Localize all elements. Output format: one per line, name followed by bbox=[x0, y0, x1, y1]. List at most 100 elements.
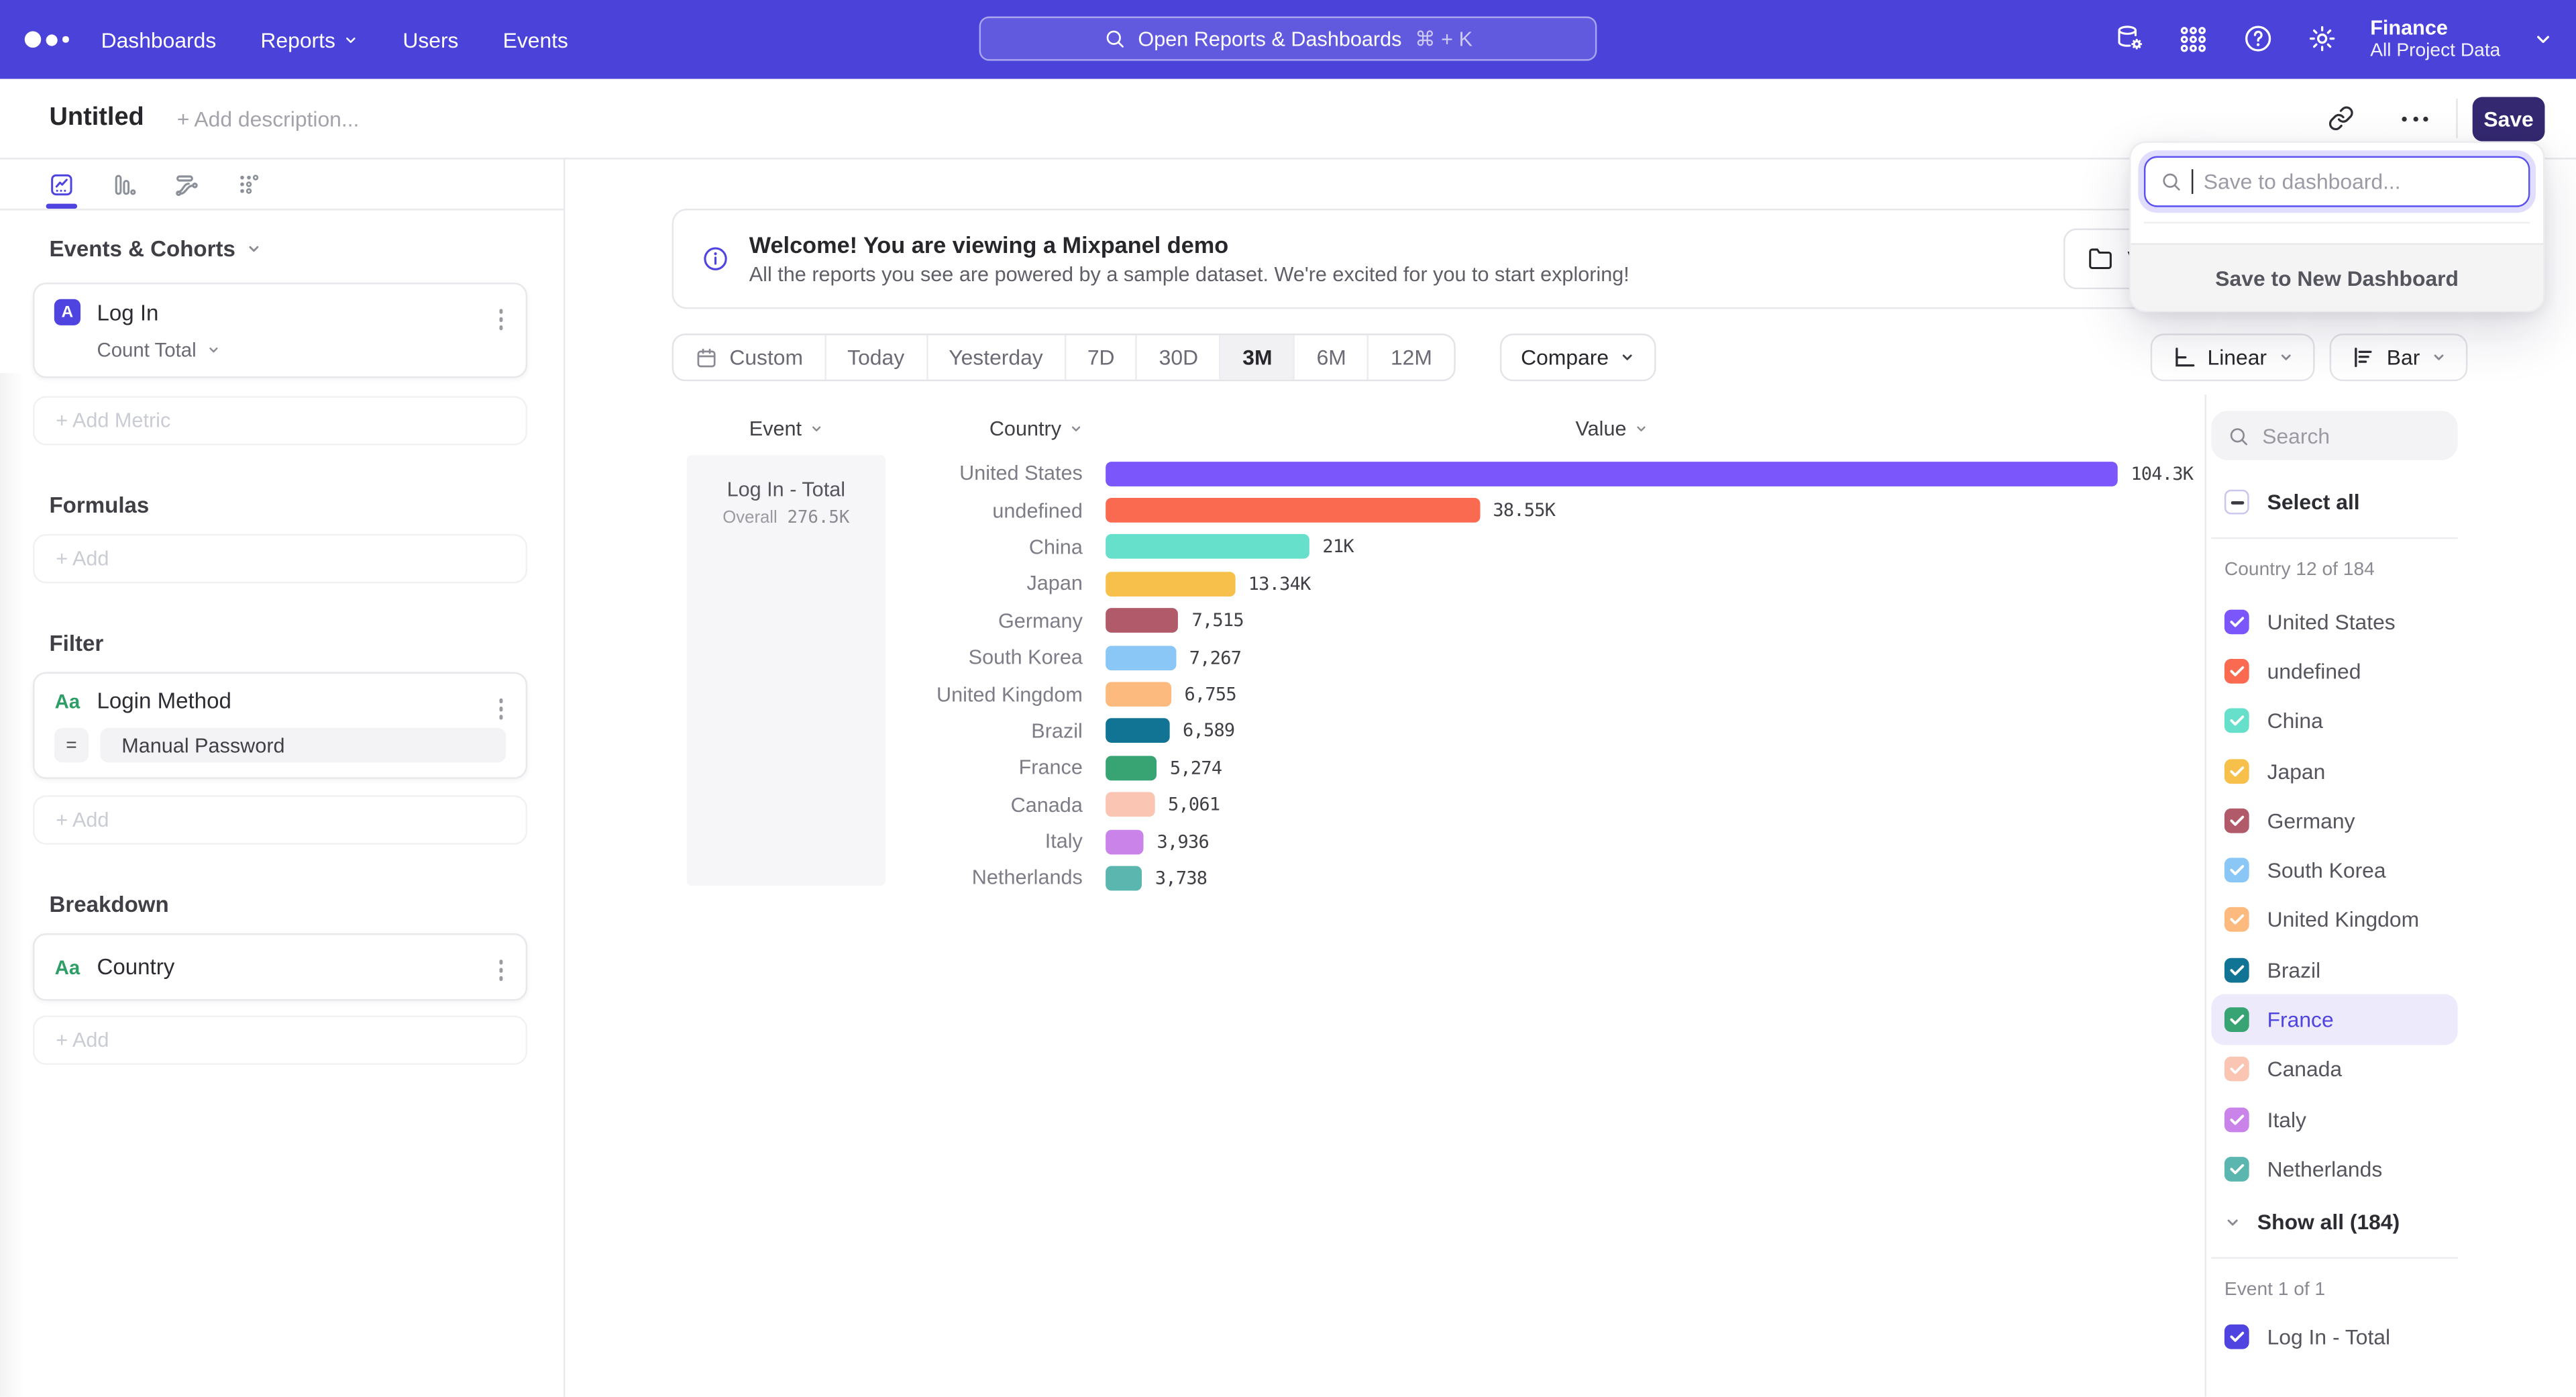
range-custom[interactable]: Custom bbox=[674, 335, 826, 380]
nav-item-dashboards[interactable]: Dashboards bbox=[101, 27, 217, 52]
tab-funnels[interactable] bbox=[112, 172, 137, 197]
range-30d[interactable]: 30D bbox=[1138, 335, 1222, 380]
country-checkbox[interactable] bbox=[2224, 709, 2249, 733]
country-filter-row-united-states[interactable]: United States bbox=[2211, 597, 2457, 646]
bar-segment[interactable] bbox=[1106, 756, 1157, 780]
bar-segment[interactable] bbox=[1106, 682, 1171, 707]
more-options-icon[interactable] bbox=[2402, 116, 2428, 121]
country-filter-label: undefined bbox=[2267, 659, 2361, 684]
breakdown-kebab-icon[interactable] bbox=[495, 956, 506, 983]
value-scale-button[interactable]: Linear bbox=[2150, 333, 2314, 381]
country-checkbox[interactable] bbox=[2224, 659, 2249, 684]
add-metric-button[interactable]: + Add Metric bbox=[33, 396, 527, 445]
event-filter-row-log-in-total[interactable]: Log In - Total bbox=[2211, 1312, 2457, 1362]
add-description-placeholder[interactable]: + Add description... bbox=[177, 106, 360, 131]
country-checkbox[interactable] bbox=[2224, 908, 2249, 933]
mixpanel-logo-icon[interactable] bbox=[25, 32, 68, 48]
add-filter-button[interactable]: + Add bbox=[33, 795, 527, 844]
country-filter-row-netherlands[interactable]: Netherlands bbox=[2211, 1144, 2457, 1194]
report-title[interactable]: Untitled bbox=[49, 103, 144, 133]
bar-segment[interactable] bbox=[1106, 535, 1309, 560]
country-filter-row-china[interactable]: China bbox=[2211, 696, 2457, 745]
filter-operator[interactable]: = bbox=[54, 728, 89, 762]
compare-button[interactable]: Compare bbox=[1499, 333, 1656, 381]
country-checkbox[interactable] bbox=[2224, 1007, 2249, 1032]
country-filter-row-south-korea[interactable]: South Korea bbox=[2211, 845, 2457, 895]
filter-card[interactable]: Aa Login Method = Manual Password bbox=[33, 672, 527, 779]
country-checkbox[interactable] bbox=[2224, 1057, 2249, 1082]
range-3m[interactable]: 3M bbox=[1221, 335, 1295, 380]
save-to-new-dashboard-button[interactable]: Save to New Dashboard bbox=[2131, 243, 2543, 310]
bar-segment[interactable] bbox=[1106, 609, 1179, 633]
chart-type-button[interactable]: Bar bbox=[2329, 333, 2467, 381]
range-yesterday[interactable]: Yesterday bbox=[927, 335, 1066, 380]
tab-retention[interactable] bbox=[237, 172, 262, 197]
filter-kebab-icon[interactable] bbox=[495, 695, 506, 722]
bar-segment[interactable] bbox=[1106, 461, 2118, 486]
save-input-placeholder: Save to dashboard... bbox=[2204, 169, 2401, 194]
range-today[interactable]: Today bbox=[826, 335, 927, 380]
country-filter-row-germany[interactable]: Germany bbox=[2211, 796, 2457, 845]
filter-property-name[interactable]: Login Method bbox=[97, 688, 231, 713]
country-filter-row-undefined[interactable]: undefined bbox=[2211, 646, 2457, 696]
global-search-button[interactable]: Open Reports & Dashboards ⌘ + K bbox=[979, 16, 1597, 60]
save-button[interactable]: Save bbox=[2473, 96, 2545, 140]
bar-segment[interactable] bbox=[1106, 829, 1144, 854]
copy-link-icon[interactable] bbox=[2328, 105, 2354, 132]
country-checkbox[interactable] bbox=[2224, 958, 2249, 982]
tab-flows[interactable] bbox=[174, 172, 199, 197]
save-dashboard-search-input[interactable]: Save to dashboard... bbox=[2144, 156, 2530, 207]
nav-item-reports[interactable]: Reports bbox=[260, 27, 358, 52]
bar-segment[interactable] bbox=[1106, 498, 1480, 523]
metric-card[interactable]: A Log In Count Total bbox=[33, 282, 527, 378]
bar-segment[interactable] bbox=[1106, 792, 1155, 817]
nav-item-events[interactable]: Events bbox=[503, 27, 568, 52]
country-filter-row-japan[interactable]: Japan bbox=[2211, 746, 2457, 796]
country-filter-row-brazil[interactable]: Brazil bbox=[2211, 945, 2457, 994]
country-checkbox[interactable] bbox=[2224, 858, 2249, 883]
section-events-cohorts[interactable]: Events & Cohorts bbox=[49, 237, 527, 262]
column-header-event[interactable]: Event bbox=[687, 417, 885, 440]
bar-segment[interactable] bbox=[1106, 866, 1142, 891]
country-checkbox[interactable] bbox=[2224, 1157, 2249, 1182]
breakdown-property-name[interactable]: Country bbox=[97, 955, 174, 980]
show-all-button[interactable]: Show all (184) bbox=[2211, 1197, 2457, 1246]
column-header-value[interactable]: Value bbox=[1481, 417, 1743, 440]
select-all-row[interactable]: Select all bbox=[2224, 490, 2458, 515]
event-checkbox[interactable] bbox=[2224, 1325, 2249, 1349]
metric-event-name[interactable]: Log In bbox=[97, 300, 158, 325]
range-7d[interactable]: 7D bbox=[1066, 335, 1138, 380]
metric-kebab-icon[interactable] bbox=[495, 306, 506, 333]
range-12m[interactable]: 12M bbox=[1369, 335, 1454, 380]
filter-value[interactable]: Manual Password bbox=[100, 728, 506, 762]
apps-grid-icon[interactable] bbox=[2178, 23, 2210, 55]
nav-item-users[interactable]: Users bbox=[402, 27, 458, 52]
bar-segment[interactable] bbox=[1106, 719, 1169, 743]
bar-segment[interactable] bbox=[1106, 572, 1235, 597]
country-filter-row-italy[interactable]: Italy bbox=[2211, 1094, 2457, 1144]
bar-segment[interactable] bbox=[1106, 645, 1176, 670]
country-filter-row-canada[interactable]: Canada bbox=[2211, 1045, 2457, 1094]
select-all-checkbox[interactable] bbox=[2224, 490, 2249, 515]
country-filter-row-united-kingdom[interactable]: United Kingdom bbox=[2211, 895, 2457, 945]
project-chevron-down-icon[interactable] bbox=[2533, 30, 2553, 49]
event-filter-list: Log In - Total bbox=[2211, 1312, 2457, 1362]
data-management-icon[interactable] bbox=[2114, 23, 2145, 55]
range-6m[interactable]: 6M bbox=[1295, 335, 1369, 380]
metric-aggregation[interactable]: Count Total bbox=[97, 338, 506, 361]
add-formula-button[interactable]: + Add bbox=[33, 534, 527, 583]
country-checkbox[interactable] bbox=[2224, 758, 2249, 783]
segment-search-input[interactable]: Search bbox=[2211, 411, 2457, 460]
project-switcher[interactable]: Finance All Project Data bbox=[2370, 15, 2500, 63]
breakdown-card[interactable]: Aa Country bbox=[33, 933, 527, 1000]
settings-gear-icon[interactable] bbox=[2306, 23, 2338, 55]
country-checkbox[interactable] bbox=[2224, 1107, 2249, 1132]
metric-letter-badge: A bbox=[54, 299, 80, 325]
add-breakdown-button[interactable]: + Add bbox=[33, 1015, 527, 1064]
country-checkbox[interactable] bbox=[2224, 808, 2249, 833]
country-checkbox[interactable] bbox=[2224, 609, 2249, 634]
column-header-country[interactable]: Country bbox=[885, 417, 1083, 440]
help-icon[interactable] bbox=[2242, 23, 2273, 55]
tab-insights[interactable] bbox=[49, 172, 74, 197]
country-filter-row-france[interactable]: France bbox=[2211, 995, 2457, 1045]
